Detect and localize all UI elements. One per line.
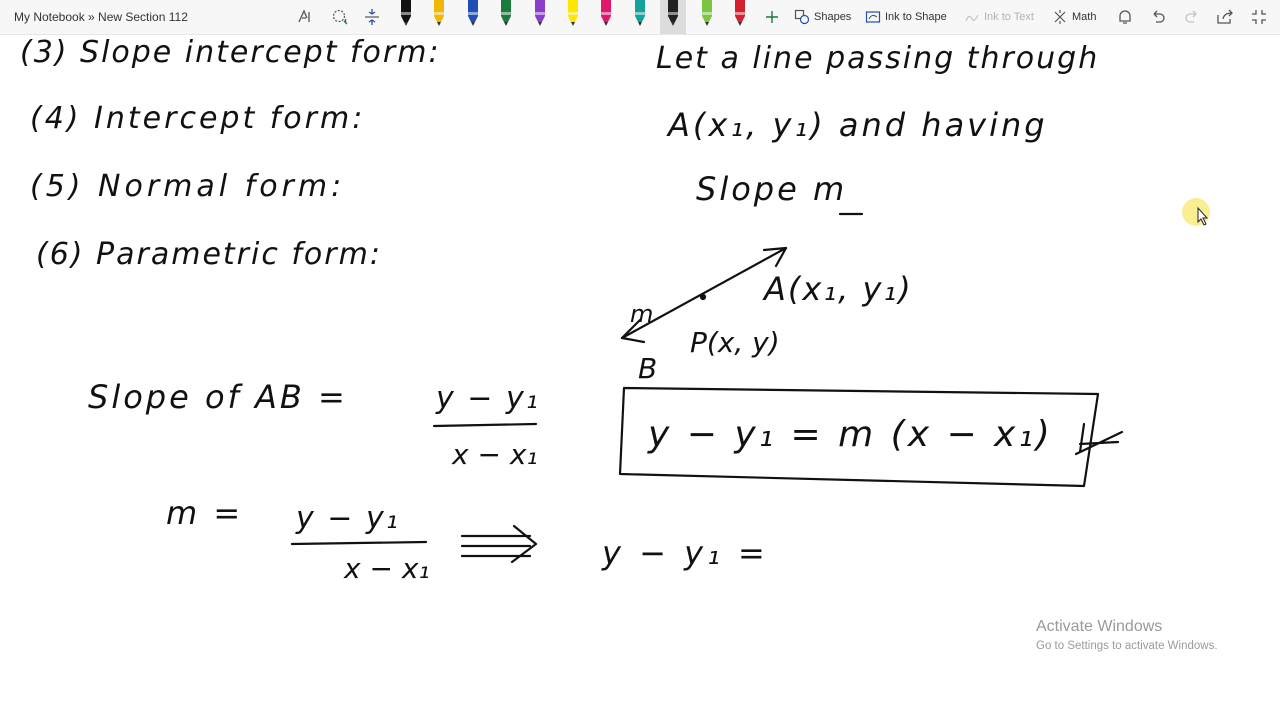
ink-to-shape-button[interactable]: Ink to Shape <box>865 7 947 27</box>
redo-icon[interactable] <box>1182 7 1202 27</box>
yellow-pen-icon[interactable] <box>432 0 446 28</box>
watermark-title: Activate Windows <box>1036 618 1163 635</box>
list-item-4: (4) Intercept form: <box>30 101 365 136</box>
diagram-line <box>620 246 788 340</box>
tick-mark <box>1074 422 1124 456</box>
fraction1-denominator: x − x₁ <box>451 438 538 471</box>
red-pen-icon[interactable] <box>733 0 747 28</box>
breadcrumb[interactable]: My Notebook » New Section 112 <box>14 10 188 24</box>
right-line-3: Slope m <box>696 170 847 208</box>
lasso-icon[interactable] <box>330 7 350 27</box>
point-p <box>699 293 707 301</box>
fraction1-bar <box>432 422 538 428</box>
watermark-subtitle: Go to Settings to activate Windows. <box>1036 640 1218 652</box>
diagram-label-a: A(x₁, y₁) <box>762 270 913 308</box>
fraction2-numerator: y − y₁ <box>295 501 400 536</box>
boxed-equation: y − y₁ = m (x − x₁) <box>647 414 1053 455</box>
math-icon <box>1054 10 1066 24</box>
diagram-label-p: P(x, y) <box>690 326 780 359</box>
cursor-highlight <box>1182 198 1210 226</box>
green-pen-icon[interactable] <box>499 0 513 28</box>
black-pen-icon[interactable] <box>399 0 413 28</box>
shapes-button[interactable]: Shapes <box>794 7 851 27</box>
list-item-3: (3) Slope intercept form: <box>20 35 441 70</box>
ink-to-shape-icon <box>865 11 881 23</box>
draw-toolbar: My Notebook » New Section 112 Shapes Ink… <box>0 0 1280 35</box>
right-line-2: A(x₁, y₁) and having <box>666 106 1048 144</box>
ink-to-text-icon <box>965 14 979 22</box>
add-pen-icon[interactable] <box>762 7 782 27</box>
lasso-select-icon[interactable] <box>296 7 316 27</box>
teal-pen-icon[interactable] <box>633 0 647 28</box>
activate-windows-watermark: Activate Windows Go to Settings to activ… <box>1036 618 1218 652</box>
result-left: y − y₁ = <box>601 534 769 572</box>
diagram-label-b: B <box>638 352 657 385</box>
selected-pen-icon[interactable] <box>660 0 687 34</box>
math-button[interactable]: Math <box>1052 7 1096 27</box>
list-item-5: (5) Normal form: <box>30 169 345 204</box>
fraction2-denominator: x − x₁ <box>343 552 430 585</box>
highlighter-yellow-icon[interactable] <box>566 0 580 28</box>
bell-icon[interactable] <box>1115 7 1135 27</box>
share-icon[interactable] <box>1215 7 1235 27</box>
slope-of-ab: Slope of AB = <box>88 378 348 416</box>
blue-pen-icon[interactable] <box>466 0 480 28</box>
fraction1-numerator: y − y₁ <box>435 381 540 416</box>
ink-to-text-button[interactable]: Ink to Text <box>964 7 1034 27</box>
shapes-icon <box>794 9 810 25</box>
exit-fullscreen-icon[interactable] <box>1249 7 1269 27</box>
light-green-pen-icon[interactable] <box>700 0 714 28</box>
implies-arrow <box>460 524 538 564</box>
right-line-1: Let a line passing through <box>656 41 1099 76</box>
list-item-6: (6) Parametric form: <box>36 237 382 272</box>
purple-pen-icon[interactable] <box>533 0 547 28</box>
add-space-icon[interactable] <box>362 7 382 27</box>
fraction2-bar <box>290 540 428 546</box>
magenta-pen-icon[interactable] <box>599 0 613 28</box>
undo-icon[interactable] <box>1148 7 1168 27</box>
m-equals: m = <box>166 494 243 532</box>
